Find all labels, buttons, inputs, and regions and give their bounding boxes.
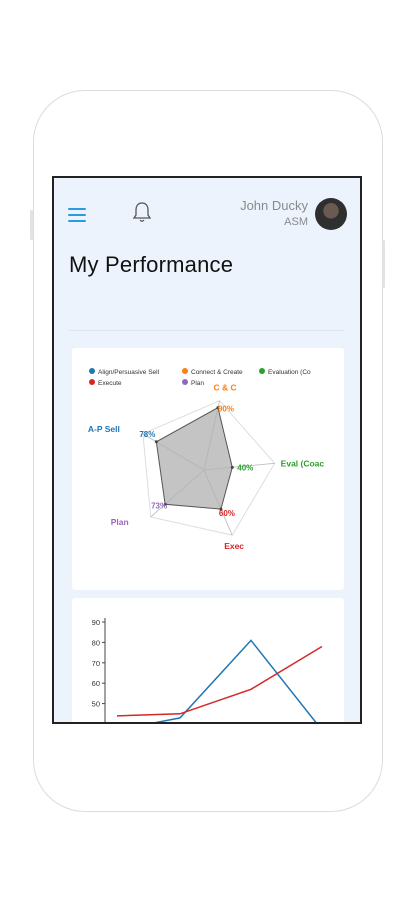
radar-axis-label: C & C: [213, 383, 236, 393]
line-series-red: [116, 645, 323, 717]
legend-label: Evaluation (Co: [268, 369, 311, 376]
line-series-blue: [154, 639, 317, 722]
y-tick-label: 60: [92, 679, 100, 688]
radar-axis-label: Plan: [111, 517, 129, 527]
menu-icon[interactable]: [68, 208, 86, 222]
y-tick-label: 90: [92, 618, 100, 627]
radar-data-point: [154, 440, 158, 444]
radar-axis-label: Eval (Coac: [281, 458, 325, 468]
radar-value-label: 40%: [237, 463, 253, 472]
legend-marker: [89, 379, 95, 385]
user-name: John Ducky: [240, 198, 308, 213]
y-tick-label: 40: [92, 720, 100, 724]
radar-value-label: 78%: [139, 430, 155, 439]
legend-label: Align/Persuasive Sell: [98, 369, 160, 376]
user-role: ASM: [284, 216, 308, 228]
y-tick-label: 70: [92, 659, 100, 668]
legend-marker: [259, 368, 265, 374]
legend-marker: [89, 368, 95, 374]
line-chart: 90 80 70 60 50 40: [92, 618, 323, 724]
radar-chart: Align/Persuasive Sell Connect & Create Eva…: [88, 368, 325, 551]
radar-axis-label: Exec: [224, 541, 244, 551]
line-chart-card: 90 80 70 60 50 40: [72, 598, 344, 724]
legend-label: Execute: [98, 380, 122, 387]
legend-label: Plan: [191, 380, 204, 387]
bell-icon[interactable]: [131, 200, 153, 224]
radar-data-point: [230, 465, 234, 469]
page-title: My Performance: [69, 252, 234, 277]
radar-value-label: 90%: [218, 405, 234, 414]
divider: [69, 330, 345, 331]
radar-value-label: 73%: [151, 501, 167, 510]
phone-side-button: [30, 210, 33, 240]
legend-marker: [182, 379, 188, 385]
app-screen: John Ducky ASM My Performance Align/Pers…: [52, 176, 362, 724]
radar-chart-card: Align/Persuasive Sell Connect & Create Eva…: [72, 348, 344, 590]
phone-side-button: [382, 240, 385, 288]
radar-axis-label: A-P Sell: [88, 424, 120, 434]
y-tick-label: 50: [92, 700, 100, 709]
avatar[interactable]: [315, 198, 347, 230]
legend-marker: [182, 368, 188, 374]
legend-label: Connect & Create: [191, 369, 243, 376]
top-bar: John Ducky ASM: [54, 178, 360, 238]
y-tick-label: 80: [92, 638, 100, 647]
radar-value-label: 60%: [219, 509, 235, 518]
